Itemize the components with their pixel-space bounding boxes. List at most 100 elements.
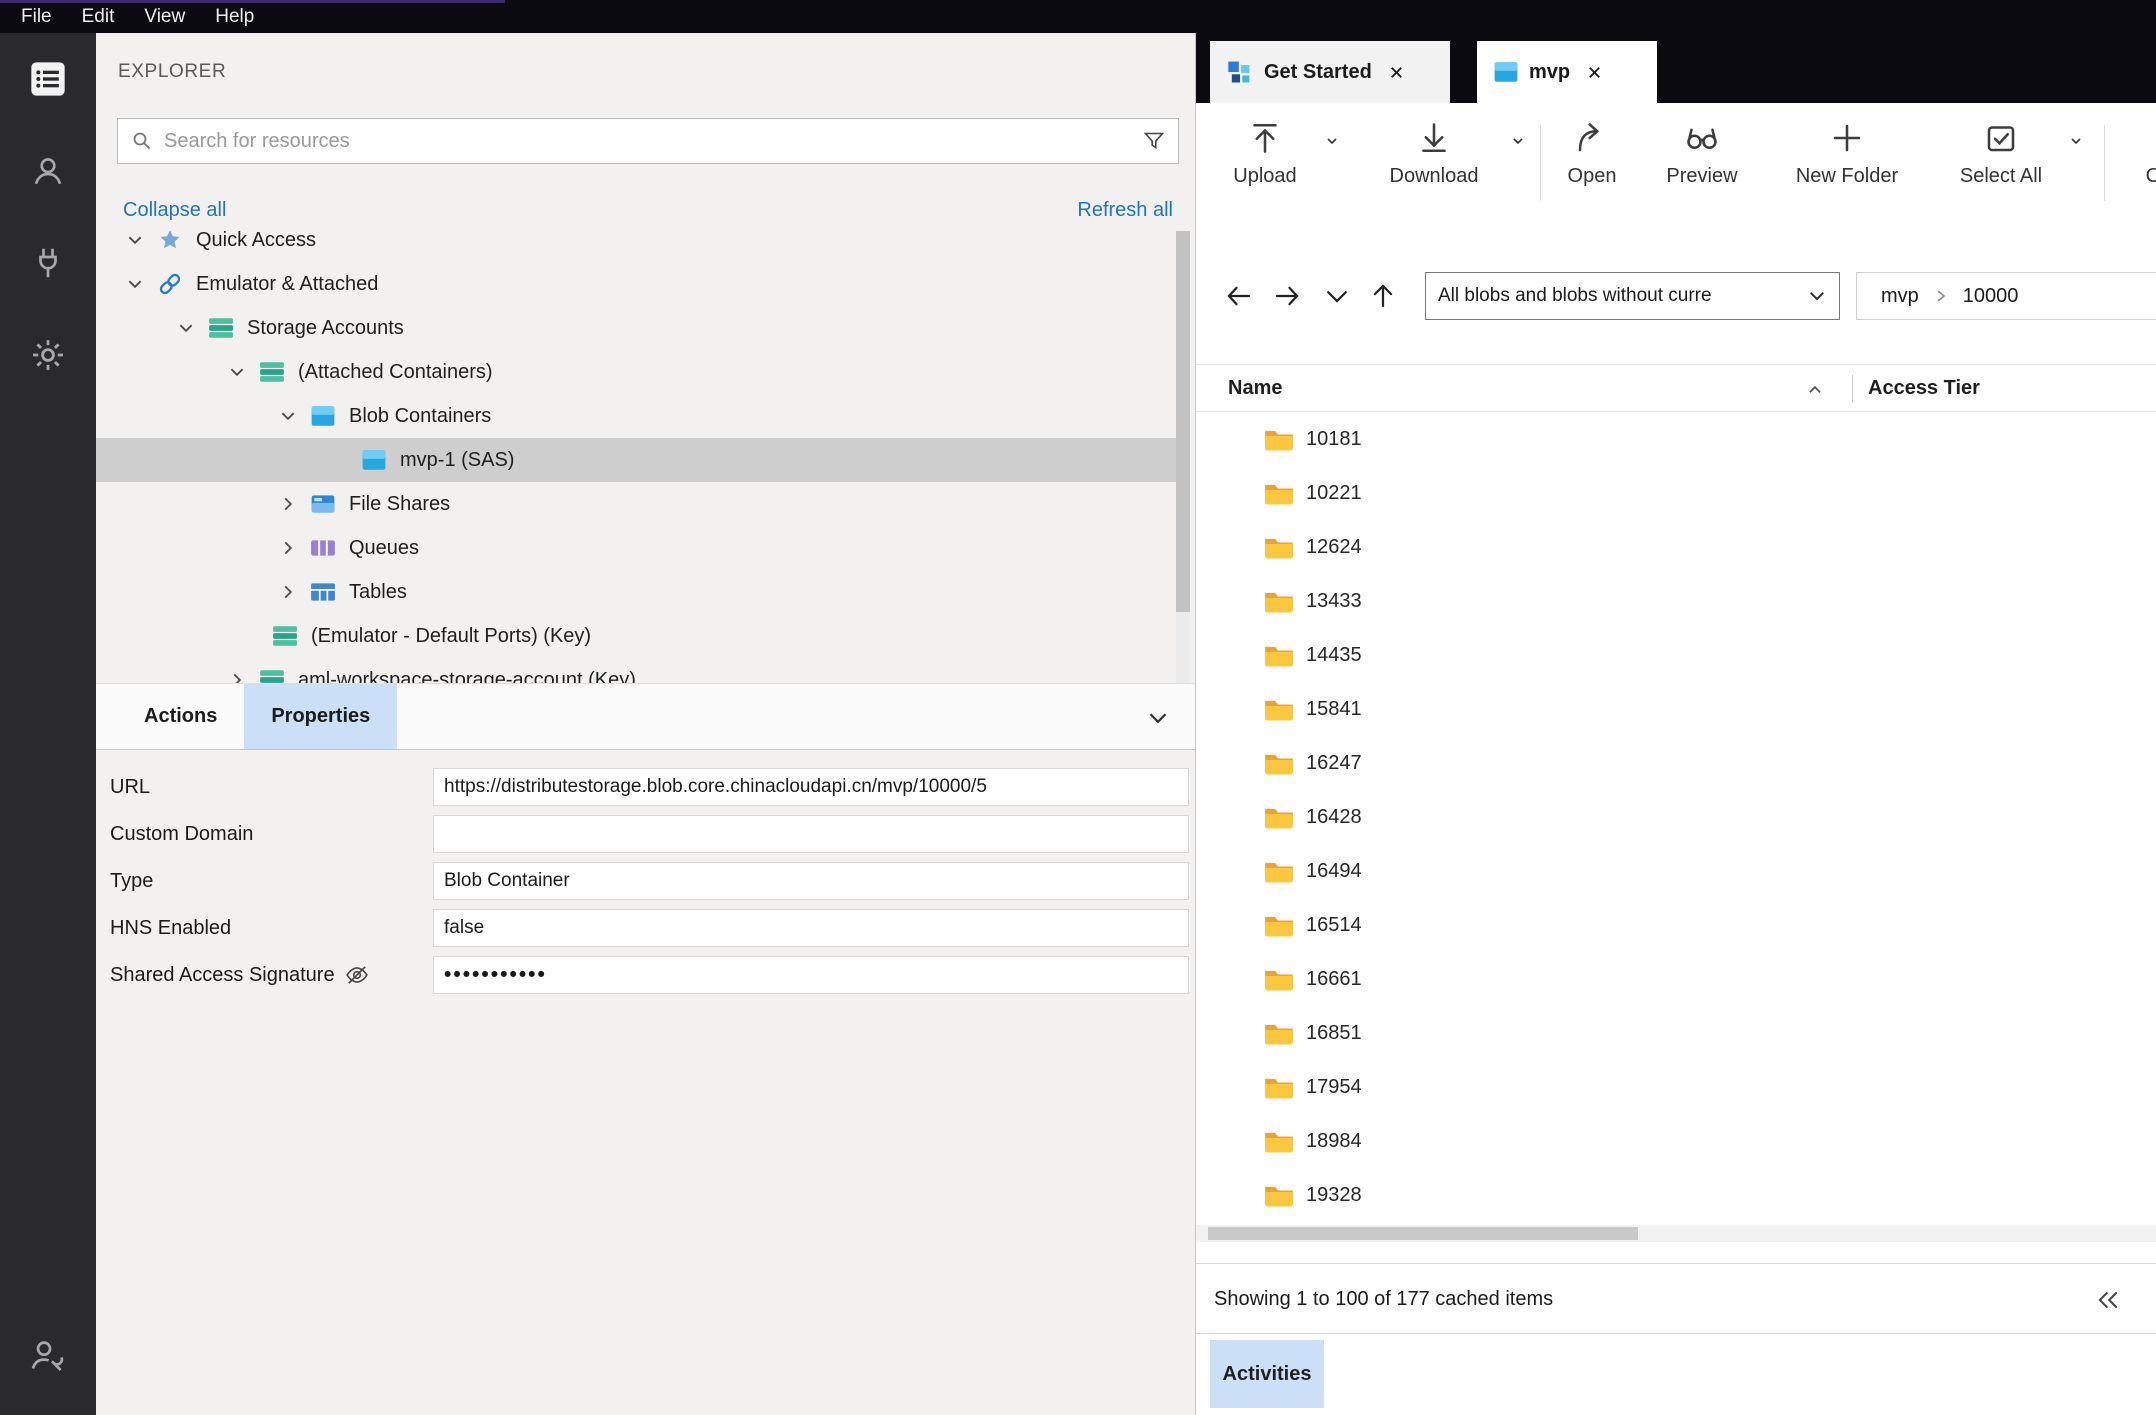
download-button[interactable]: Download	[1384, 117, 1484, 188]
tab-mvp[interactable]: mvp	[1477, 41, 1657, 103]
tree-item-attached-containers[interactable]: (Attached Containers)	[96, 350, 1176, 394]
copy-button[interactable]: Copy	[2114, 117, 2156, 188]
folder-row[interactable]: 10181	[1196, 412, 2156, 466]
property-value-sas[interactable]: •••••••••••	[433, 956, 1189, 994]
tab-actions[interactable]: Actions	[117, 684, 244, 749]
tree-item-queues[interactable]: Queues	[96, 526, 1176, 570]
folder-row[interactable]: 13433	[1196, 574, 2156, 628]
chevron-right-icon[interactable]	[269, 539, 307, 557]
tree-item-label: File Shares	[349, 493, 450, 516]
folder-row[interactable]: 18984	[1196, 1114, 2156, 1168]
folder-row[interactable]: 15841	[1196, 682, 2156, 736]
plug-emulator-icon[interactable]	[0, 217, 96, 309]
menu-file[interactable]: File	[6, 6, 67, 28]
feedback-icon[interactable]	[0, 1309, 96, 1401]
tree-item-quick-access[interactable]: Quick Access	[96, 231, 1176, 262]
chevron-right-icon[interactable]	[218, 671, 256, 683]
tab-properties[interactable]: Properties	[244, 684, 397, 749]
blob-filter-dropdown[interactable]: All blobs and blobs without curre	[1425, 272, 1840, 320]
property-value-custom-domain[interactable]	[433, 815, 1189, 853]
preview-button[interactable]: Preview	[1654, 117, 1750, 188]
explorer-icon[interactable]	[0, 33, 96, 125]
property-value-hns-enabled[interactable]: false	[433, 909, 1189, 947]
folder-row[interactable]: 17954	[1196, 1060, 2156, 1114]
folder-row[interactable]: 19328	[1196, 1168, 2156, 1222]
tree-item-aml-workspace-storage-account[interactable]: aml-workspace-storage-account (Key)	[96, 658, 1176, 683]
upload-button[interactable]: Upload	[1215, 117, 1315, 188]
double-chevron-left-icon[interactable]	[2094, 1286, 2122, 1314]
back-arrow-icon[interactable]	[1224, 281, 1254, 311]
refresh-all-link[interactable]: Refresh all	[1077, 199, 1173, 222]
account-icon[interactable]	[0, 125, 96, 217]
folder-row[interactable]: 16428	[1196, 790, 2156, 844]
chevron-down-icon[interactable]	[269, 407, 307, 425]
chevron-right-icon[interactable]	[269, 583, 307, 601]
menu-view[interactable]: View	[129, 6, 200, 28]
horizontal-scrollbar[interactable]	[1196, 1225, 2156, 1242]
chevron-down-icon[interactable]	[218, 363, 256, 381]
property-value-type[interactable]: Blob Container	[433, 862, 1189, 900]
tree-item-label: Queues	[349, 537, 419, 560]
close-icon[interactable]	[1586, 64, 1603, 81]
folder-row[interactable]: 12624	[1196, 520, 2156, 574]
open-button[interactable]: Open	[1546, 117, 1638, 188]
folder-row[interactable]: 10221	[1196, 466, 2156, 520]
horizontal-scrollbar-thumb[interactable]	[1208, 1227, 1638, 1240]
folder-row[interactable]: 16851	[1196, 1006, 2156, 1060]
folder-row[interactable]: 16514	[1196, 898, 2156, 952]
chevron-down-icon[interactable]	[116, 275, 154, 293]
tree-item-file-shares[interactable]: File Shares	[96, 482, 1176, 526]
property-value-url[interactable]: https://distributestorage.blob.core.chin…	[433, 768, 1189, 806]
tree-item-emulator-default-ports[interactable]: (Emulator - Default Ports) (Key)	[96, 614, 1176, 658]
tab-activities[interactable]: Activities	[1210, 1340, 1324, 1408]
resource-search-box[interactable]	[117, 118, 1179, 164]
tree-item-label: Blob Containers	[349, 405, 491, 428]
chevron-down-icon[interactable]	[116, 231, 154, 249]
folder-row[interactable]: 16247	[1196, 736, 2156, 790]
eye-slash-icon[interactable]	[345, 963, 369, 987]
tree-scrollbar-thumb[interactable]	[1176, 231, 1190, 612]
chevron-down-icon[interactable]	[167, 319, 205, 337]
forward-arrow-icon[interactable]	[1272, 281, 1302, 311]
blob-filter-value: All blobs and blobs without curre	[1438, 285, 1807, 307]
chevron-right-icon[interactable]	[269, 495, 307, 513]
chevron-down-icon[interactable]	[1146, 706, 1170, 730]
navigation-row: All blobs and blobs without curre mvp 10…	[1196, 233, 2156, 351]
resource-tree: Quick Access Emulator & Attached Storage…	[96, 231, 1176, 683]
settings-gear-icon[interactable]	[0, 309, 96, 401]
folder-row[interactable]: 16661	[1196, 952, 2156, 1006]
breadcrumb-root[interactable]: mvp	[1881, 285, 1919, 308]
menu-help[interactable]: Help	[200, 6, 269, 28]
folder-row[interactable]: 14435	[1196, 628, 2156, 682]
search-input[interactable]	[164, 130, 1142, 153]
sort-ascending-icon[interactable]	[1806, 381, 1824, 399]
folder-row[interactable]: 16494	[1196, 844, 2156, 898]
select-all-button[interactable]: Select All	[1948, 117, 2054, 188]
status-bar: Showing 1 to 100 of 177 cached items	[1196, 1263, 2156, 1333]
tree-item-blob-containers[interactable]: Blob Containers	[96, 394, 1176, 438]
blob-container-icon	[1493, 60, 1519, 84]
filter-funnel-icon[interactable]	[1142, 129, 1166, 153]
new-folder-button[interactable]: New Folder	[1782, 117, 1912, 188]
tree-item-tables[interactable]: Tables	[96, 570, 1176, 614]
download-dropdown-caret-icon[interactable]	[1510, 133, 1526, 149]
breadcrumb-current[interactable]: 10000	[1963, 285, 2019, 308]
tab-get-started[interactable]: Get Started	[1210, 41, 1450, 103]
column-header-access-tier[interactable]: Access Tier	[1868, 365, 1980, 411]
upload-dropdown-caret-icon[interactable]	[1324, 133, 1340, 149]
quick-access-star-icon	[154, 231, 186, 252]
column-header-name[interactable]: Name	[1228, 365, 1282, 411]
collapse-all-link[interactable]: Collapse all	[123, 199, 226, 222]
tree-item-storage-accounts[interactable]: Storage Accounts	[96, 306, 1176, 350]
queue-icon	[307, 536, 339, 560]
menu-edit[interactable]: Edit	[67, 6, 130, 28]
tree-scrollbar[interactable]	[1176, 231, 1190, 683]
close-icon[interactable]	[1388, 64, 1405, 81]
storage-account-icon	[256, 360, 288, 384]
history-chevron-down-icon[interactable]	[1322, 281, 1352, 311]
tree-item-mvp-1-sas[interactable]: mvp-1 (SAS)	[96, 438, 1176, 482]
select-all-dropdown-caret-icon[interactable]	[2068, 133, 2084, 149]
column-divider[interactable]	[1852, 375, 1853, 403]
tree-item-emulator-attached[interactable]: Emulator & Attached	[96, 262, 1176, 306]
up-arrow-icon[interactable]	[1368, 281, 1398, 311]
